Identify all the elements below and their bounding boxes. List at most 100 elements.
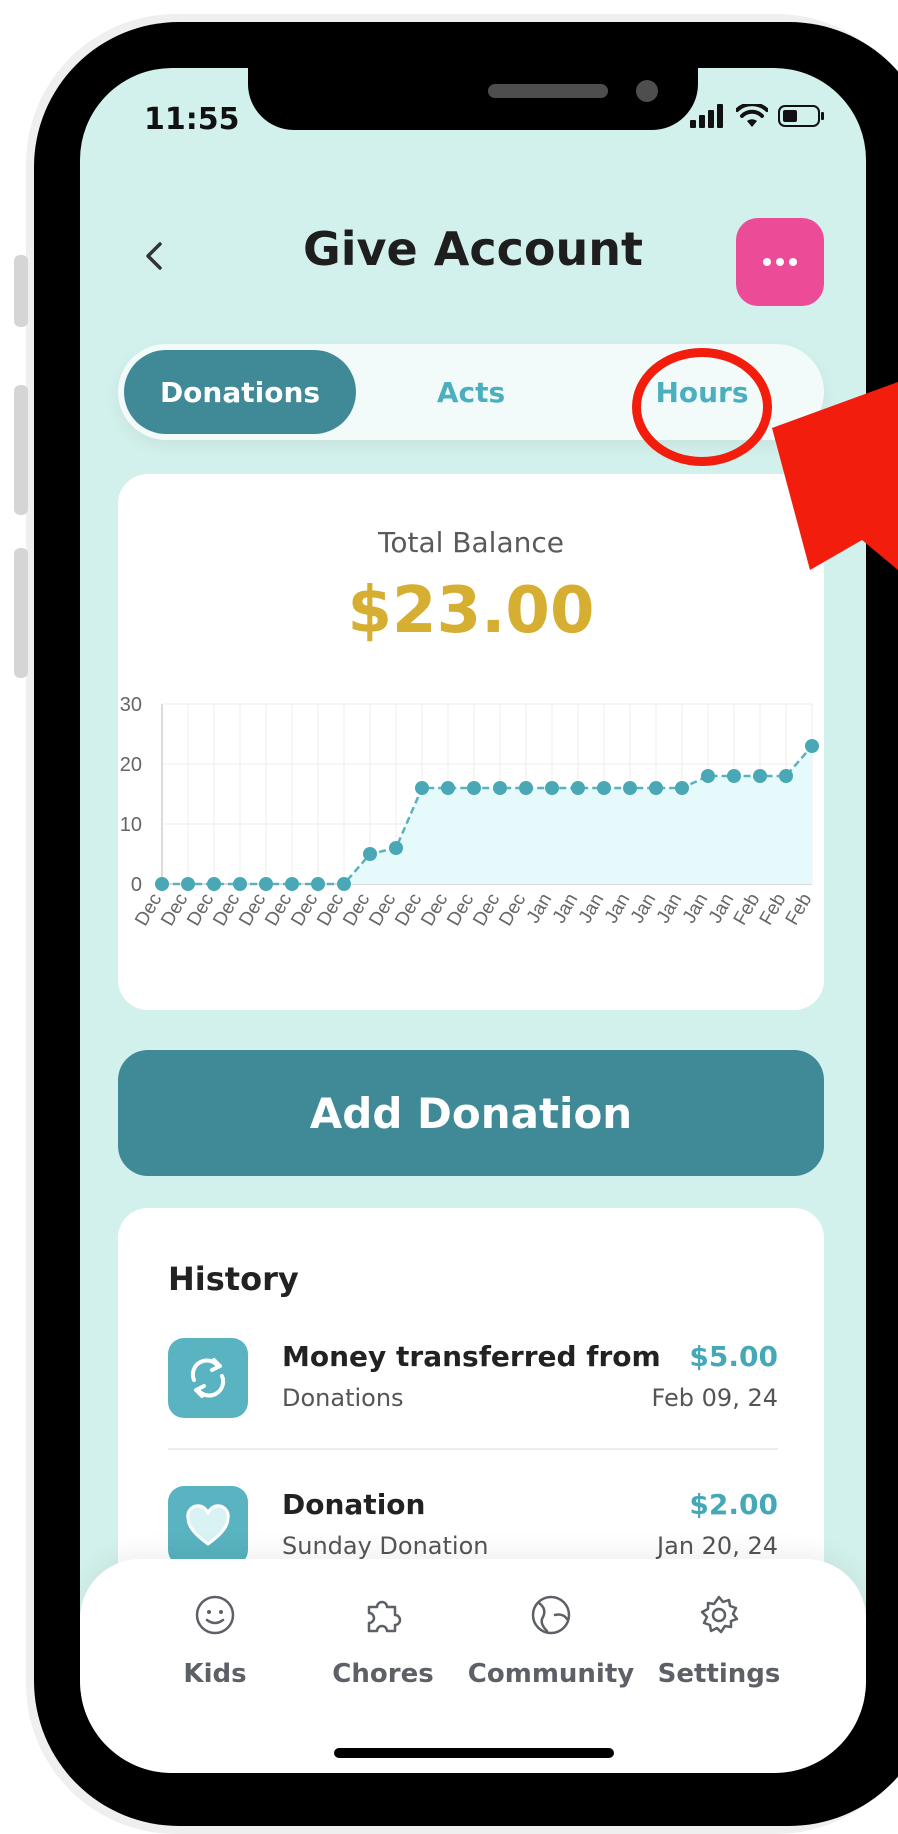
x-tick-label: Dec	[235, 890, 270, 930]
x-tick-label: Jan	[601, 890, 635, 927]
data-point	[597, 781, 611, 795]
y-tick-label: 0	[131, 874, 142, 896]
data-point	[519, 781, 533, 795]
balance-card: Total Balance $23.00 0 10 20 30 Dec Dec Dec Dec…	[118, 474, 824, 1010]
x-tick-label: Jan	[627, 890, 661, 927]
data-point	[545, 781, 559, 795]
divider	[168, 1448, 778, 1450]
dot-icon	[776, 258, 784, 266]
heart-icon	[168, 1486, 248, 1566]
battery-icon	[778, 105, 824, 127]
nav-label: Kids	[183, 1659, 247, 1689]
data-point	[675, 781, 689, 795]
app-screen: 11:55 Give Account Donations Acts Hours	[80, 68, 866, 1773]
data-point	[571, 781, 585, 795]
data-point	[259, 877, 273, 891]
status-icons	[690, 104, 826, 128]
globe-icon	[531, 1595, 571, 1635]
balance-label: Total Balance	[378, 526, 564, 559]
data-point	[805, 739, 819, 753]
data-point	[493, 781, 507, 795]
nav-label: Settings	[657, 1659, 781, 1689]
nav-label: Community	[467, 1659, 635, 1689]
history-item-subtitle: Donations	[282, 1384, 404, 1412]
x-tick-label: Dec	[365, 890, 400, 930]
smiley-icon	[195, 1595, 235, 1635]
notch	[248, 68, 698, 130]
nav-label: Chores	[332, 1659, 434, 1689]
history-item-title: Money transferred from	[282, 1340, 661, 1373]
history-item-subtitle: Sunday Donation	[282, 1532, 489, 1560]
x-tick-label: Feb	[756, 890, 791, 929]
history-item-date: Jan 20, 24	[657, 1532, 778, 1560]
data-point	[649, 781, 663, 795]
data-point	[623, 781, 637, 795]
volume-up-button	[14, 385, 28, 515]
status-time: 11:55	[144, 102, 240, 137]
data-point	[285, 877, 299, 891]
history-item-amount: $5.00	[689, 1340, 778, 1373]
area-fill	[162, 746, 812, 884]
dot-icon	[789, 258, 797, 266]
data-point	[311, 877, 325, 891]
speaker	[488, 84, 608, 98]
camera	[636, 80, 658, 102]
history-item-date: Feb 09, 24	[651, 1384, 778, 1412]
x-tick-label: Feb	[730, 890, 765, 929]
data-point	[389, 841, 403, 855]
history-title: History	[168, 1260, 299, 1298]
x-tick-label: Jan	[523, 890, 557, 927]
bottom-nav: Kids Chores Community Settings	[80, 1559, 866, 1773]
x-tick-label: Dec	[287, 890, 322, 930]
x-tick-label: Dec	[339, 890, 374, 930]
data-point	[181, 877, 195, 891]
puzzle-icon	[367, 1600, 402, 1633]
x-tick-label: Jan	[549, 890, 583, 927]
y-tick-label: 10	[120, 814, 142, 836]
mute-switch	[14, 255, 28, 327]
nav-kids[interactable]: Kids	[130, 1593, 300, 1689]
tab-donations[interactable]: Donations	[124, 350, 356, 434]
dot-icon	[763, 258, 771, 266]
transfer-icon	[168, 1338, 248, 1418]
signal-icon	[690, 104, 723, 128]
y-tick-label: 30	[120, 694, 142, 716]
x-tick-label: Jan	[653, 890, 687, 927]
nav-chores[interactable]: Chores	[298, 1593, 468, 1689]
annotation-circle	[632, 348, 772, 466]
data-point	[441, 781, 455, 795]
data-point	[415, 781, 429, 795]
history-item[interactable]: Money transferred from Donations $5.00 F…	[168, 1338, 778, 1438]
x-tick-label: Dec	[209, 890, 244, 930]
x-tick-label: Dec	[443, 890, 478, 930]
x-tick-label: Dec	[157, 890, 192, 930]
x-tick-label: Dec	[417, 890, 452, 930]
data-point	[155, 877, 169, 891]
balance-value: $23.00	[347, 574, 595, 648]
data-point	[337, 877, 351, 891]
add-donation-button[interactable]: Add Donation	[118, 1050, 824, 1176]
history-item-title: Donation	[282, 1488, 426, 1521]
data-point	[363, 847, 377, 861]
x-tick-label: Jan	[575, 890, 609, 927]
tab-acts[interactable]: Acts	[355, 350, 587, 434]
data-point	[467, 781, 481, 795]
volume-down-button	[14, 548, 28, 678]
data-point	[779, 769, 793, 783]
data-point	[207, 877, 221, 891]
x-tick-label: Dec	[469, 890, 504, 930]
annotation-arrow-icon	[772, 382, 898, 570]
history-item-amount: $2.00	[689, 1488, 778, 1521]
x-tick-label: Dec	[391, 890, 426, 930]
data-point	[727, 769, 741, 783]
home-indicator[interactable]	[334, 1748, 614, 1758]
data-point	[233, 877, 247, 891]
x-tick-label: Dec	[313, 890, 348, 930]
nav-settings[interactable]: Settings	[634, 1593, 804, 1689]
nav-community[interactable]: Community	[466, 1593, 636, 1689]
x-tick-label: Jan	[679, 890, 713, 927]
gear-icon	[700, 1595, 739, 1634]
y-tick-label: 20	[120, 754, 142, 776]
more-options-button[interactable]	[736, 218, 824, 306]
data-point	[753, 769, 767, 783]
